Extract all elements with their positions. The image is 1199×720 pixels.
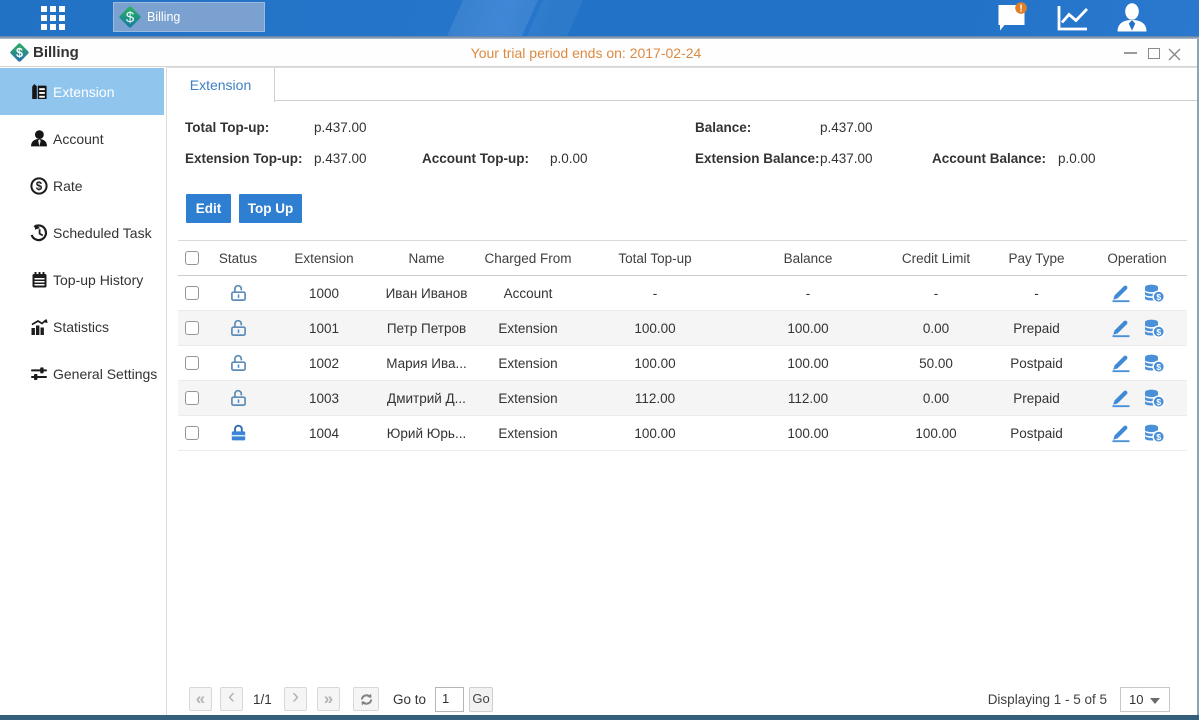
svg-text:$: $: [1156, 431, 1161, 441]
svg-text:$: $: [126, 9, 135, 26]
svg-text:!: !: [1019, 4, 1022, 15]
svg-text:$: $: [1156, 291, 1161, 301]
svg-text:$: $: [36, 181, 43, 193]
svg-text:$: $: [1156, 396, 1161, 406]
svg-text:$: $: [1156, 361, 1161, 371]
svg-text:$: $: [1156, 326, 1161, 336]
